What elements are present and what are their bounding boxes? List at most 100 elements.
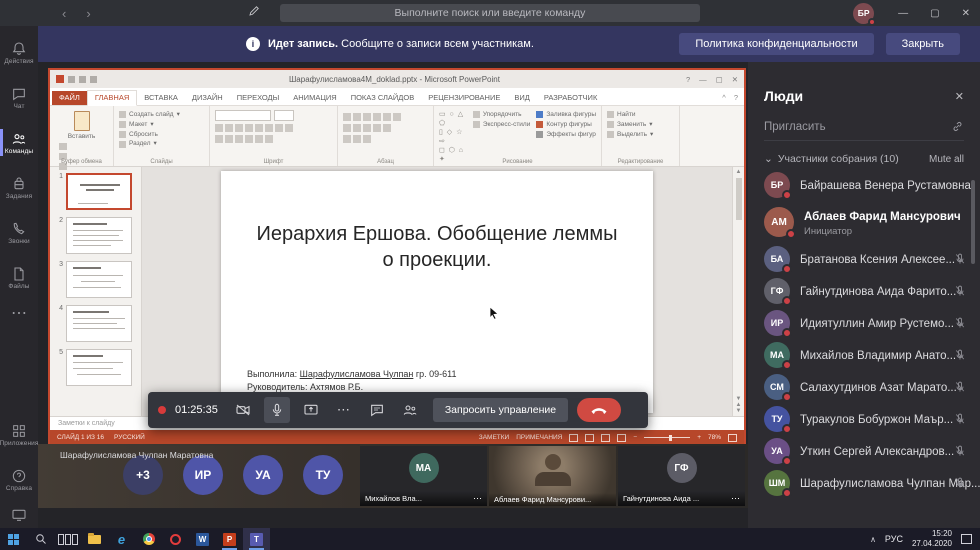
participant-row[interactable]: ШМ Шарафулисламова Чулпан Мар...	[748, 467, 980, 499]
chrome-button[interactable]	[135, 528, 162, 550]
more-actions-button[interactable]: ⋯	[332, 398, 356, 422]
tile-menu-icon[interactable]: ⋯	[731, 493, 740, 504]
scrollbar-thumb[interactable]	[736, 178, 742, 220]
dismiss-banner-button[interactable]: Закрыть	[886, 33, 960, 55]
ribbon-group-font[interactable]: Шрифт	[210, 106, 338, 166]
language-switcher[interactable]: РУС	[885, 534, 903, 544]
participant-bubble[interactable]: ТУ	[303, 455, 343, 495]
ppt-maximize-button[interactable]: ▢	[716, 75, 723, 84]
microphone-button[interactable]	[264, 397, 290, 423]
tile-menu-icon[interactable]: ⋯	[473, 493, 482, 504]
sidebar-item-activity[interactable]: Действия	[0, 30, 38, 75]
search-input[interactable]: Выполните поиск или введите команду	[280, 4, 700, 22]
participant-row[interactable]: ИР Идиятуллин Амир Рустемо...	[748, 307, 980, 339]
mic-muted-icon[interactable]	[954, 381, 966, 393]
ppt-close-button[interactable]: ✕	[732, 75, 738, 84]
chevron-down-icon[interactable]: ⌄	[764, 153, 773, 165]
tab-slideshow[interactable]: ПОКАЗ СЛАЙДОВ	[344, 91, 422, 105]
sidebar-item-files[interactable]: Файлы	[0, 255, 38, 300]
chat-button[interactable]	[365, 398, 389, 422]
tab-review[interactable]: РЕЦЕНЗИРОВАНИЕ	[421, 91, 507, 105]
ribbon-group-editing[interactable]: Найти Заменить▾ Выделить▾ Редактирование	[602, 106, 680, 166]
tab-developer[interactable]: РАЗРАБОТЧИК	[537, 91, 604, 105]
zoom-slider[interactable]	[644, 437, 690, 438]
participant-row[interactable]: ТУ Туракулов Бобуржон Маър...	[748, 403, 980, 435]
mic-muted-icon[interactable]	[954, 253, 966, 265]
participant-bubble[interactable]: УА	[243, 455, 283, 495]
mic-muted-icon[interactable]	[954, 445, 966, 457]
opera-button[interactable]	[162, 528, 189, 550]
notes-toggle[interactable]: ЗАМЕТКИ	[479, 434, 509, 441]
ribbon-group-slides[interactable]: Создать слайд▾ Макет▾ Сбросить Раздел▾ С…	[114, 106, 210, 166]
taskbar-search-button[interactable]	[27, 528, 54, 550]
screen-share-device-icon[interactable]	[0, 502, 38, 528]
close-button[interactable]: ✕	[962, 8, 970, 19]
slide-thumbnail[interactable]: 2	[52, 217, 137, 254]
camera-off-button[interactable]	[231, 398, 255, 422]
participants-section-label[interactable]: Участники собрания (10)	[778, 153, 899, 165]
share-screen-button[interactable]	[299, 398, 323, 422]
back-icon[interactable]: ‹	[62, 6, 66, 21]
file-explorer-button[interactable]	[81, 528, 108, 550]
participant-row[interactable]: УА Уткин Сергей Александров...	[748, 435, 980, 467]
tab-animations[interactable]: АНИМАЦИЯ	[286, 91, 343, 105]
sidebar-item-calls[interactable]: Звонки	[0, 210, 38, 255]
participant-row[interactable]: МА Михайлов Владимир Анато...	[748, 339, 980, 371]
sidebar-item-assignments[interactable]: Задания	[0, 165, 38, 210]
new-chat-icon[interactable]	[248, 5, 260, 17]
next-slide-icon[interactable]: ▼	[736, 408, 742, 414]
tab-file[interactable]: ФАЙЛ	[52, 91, 87, 105]
scroll-up-icon[interactable]: ▲	[736, 169, 742, 175]
start-button[interactable]	[0, 528, 27, 550]
hang-up-button[interactable]	[577, 398, 621, 422]
participants-button[interactable]	[398, 398, 422, 422]
tab-transitions[interactable]: ПЕРЕХОДЫ	[230, 91, 287, 105]
slide-editor-area[interactable]: Иерархия Ершова. Обобщение леммы о проек…	[142, 167, 732, 416]
reading-view-icon[interactable]	[601, 434, 610, 442]
sidebar-more-button[interactable]: ⋯	[0, 300, 38, 326]
sidebar-item-apps[interactable]: Приложения	[0, 412, 38, 457]
tab-view[interactable]: ВИД	[507, 91, 536, 105]
participant-row[interactable]: БА Братанова Ксения Алексее...	[748, 243, 980, 275]
minimize-button[interactable]: —	[898, 8, 908, 19]
ribbon-group-clipboard[interactable]: Вставить Буфер обмена	[50, 106, 114, 166]
hidden-icons-button[interactable]: ∧	[870, 535, 876, 544]
edge-button[interactable]: e	[108, 528, 135, 550]
overflow-participants-bubble[interactable]: +3	[123, 455, 163, 495]
maximize-button[interactable]: ▢	[930, 8, 939, 19]
ppt-help-icon[interactable]: ?	[686, 75, 690, 84]
panel-scrollbar[interactable]	[971, 180, 975, 264]
ribbon-collapse-icon[interactable]: ^	[722, 93, 726, 102]
powerpoint-button[interactable]: P	[216, 528, 243, 550]
mic-muted-icon[interactable]	[954, 349, 966, 361]
video-tile[interactable]: Аблаев Фарид Мансурови...	[489, 446, 616, 506]
mic-muted-icon[interactable]	[954, 317, 966, 329]
copy-link-icon[interactable]	[951, 120, 964, 133]
video-tile[interactable]: ГФ Гайнутдинова Аида ... ⋯	[618, 446, 745, 506]
task-view-button[interactable]	[54, 528, 81, 550]
sidebar-item-help[interactable]: Справка	[0, 457, 38, 502]
invite-field[interactable]: Пригласить	[764, 120, 964, 141]
participant-row[interactable]: ГФ Гайнутдинова Аида Фарито...	[748, 275, 980, 307]
teams-button[interactable]: T	[243, 528, 270, 550]
forward-icon[interactable]: ›	[86, 6, 90, 21]
zoom-in-icon[interactable]: +	[697, 434, 701, 441]
normal-view-icon[interactable]	[569, 434, 578, 442]
ppt-minimize-button[interactable]: —	[699, 75, 707, 84]
ribbon-group-drawing[interactable]: ▭ ○ △ ⬠▯ ◇ ☆ ⇨◻ ⬡ ⌂ ✦ Упорядочить Экспре…	[434, 106, 602, 166]
zoom-level[interactable]: 78%	[708, 434, 721, 441]
slide-thumbnail[interactable]: 3	[52, 261, 137, 298]
sidebar-item-teams[interactable]: Команды	[0, 120, 38, 165]
mic-muted-icon[interactable]	[954, 285, 966, 297]
comments-toggle[interactable]: ПРИМЕЧАНИЯ	[516, 434, 562, 441]
taskbar-clock[interactable]: 15:20 27.04.2020	[912, 529, 952, 548]
participant-row[interactable]: АМ Аблаев Фарид Мансурович Инициатор	[748, 201, 980, 243]
slide-thumbnail[interactable]: 5	[52, 349, 137, 386]
tab-insert[interactable]: ВСТАВКА	[137, 91, 185, 105]
request-control-button[interactable]: Запросить управление	[433, 398, 568, 422]
video-tile[interactable]: МА Михайлов Вла... ⋯	[360, 446, 487, 506]
tab-home[interactable]: ГЛАВНАЯ	[87, 90, 137, 106]
privacy-policy-button[interactable]: Политика конфиденциальности	[679, 33, 873, 55]
ribbon-help-icon[interactable]: ?	[734, 93, 738, 102]
zoom-out-icon[interactable]: −	[633, 434, 637, 441]
